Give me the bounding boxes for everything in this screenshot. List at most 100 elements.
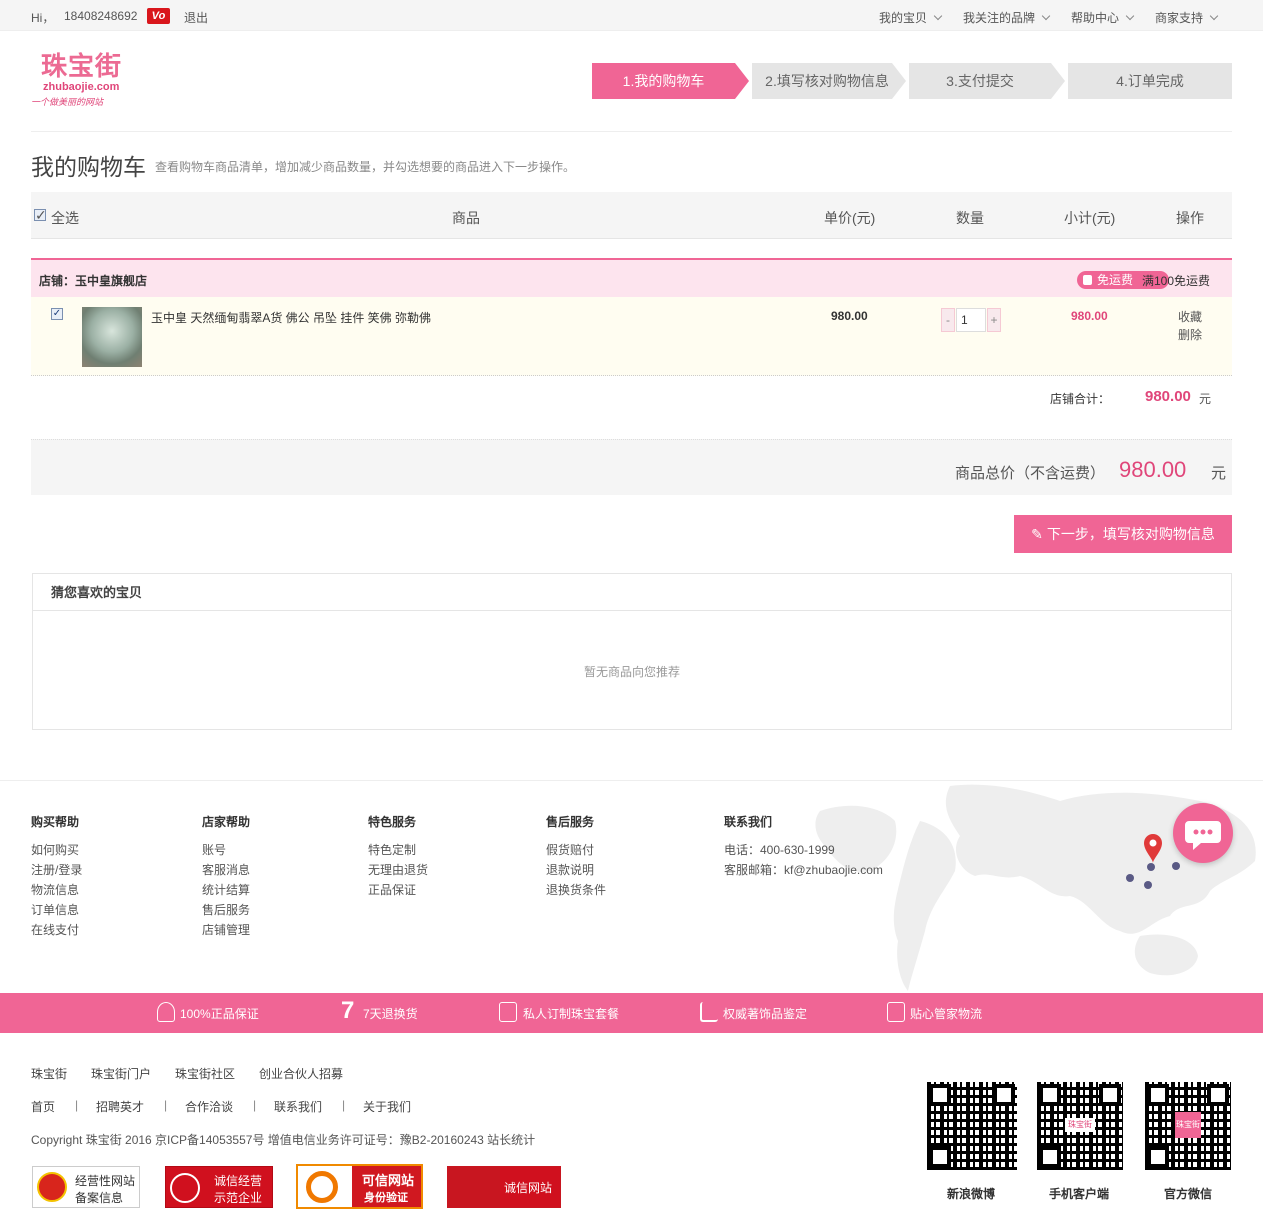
favorite-link[interactable]: 收藏 [1178,308,1202,325]
footer-link[interactable]: 退款说明 [546,860,606,880]
link-jobs[interactable]: 招聘英才 [96,1098,144,1115]
footer-link[interactable]: 特色定制 [368,840,428,860]
footer-phone: 电话：400-630-1999 [724,843,835,857]
promo-genuine: 100%正品保证 [180,1007,259,1021]
badge-credit[interactable]: 诚信网站 [447,1166,561,1208]
footer-link[interactable]: 售后服务 [202,900,250,920]
menu-merchant-support[interactable]: 商家支持 [1155,9,1219,26]
total-label: 商品总价（不含运费） [955,465,1106,482]
logo-domain: zhubaojie.com [43,81,120,93]
store-header: 店铺：玉中皇旗舰店 免运费 满100免运费 [31,258,1232,297]
product-name[interactable]: 玉中皇 天然缅甸翡翠A货 佛公 吊坠 挂件 笑佛 弥勒佛 [151,309,431,326]
vip-badge: Vo [147,8,170,24]
footer-link[interactable]: 正品保证 [368,880,428,900]
total-bar: 商品总价（不含运费） 980.00 元 [31,439,1232,495]
link-cooperation[interactable]: 合作洽谈 [185,1098,233,1115]
logo-slogan: 一个做美丽的网站 [31,97,104,107]
step-arrow [1051,63,1065,99]
footer-col-shop: 店家帮助 账号 客服消息 统计结算 售后服务 店铺管理 [202,813,250,940]
step-cart: 1.我的购物车 [592,63,735,99]
store-name[interactable]: 店铺：玉中皇旗舰店 [39,272,147,289]
col-quantity: 数量 [956,210,984,226]
col-action: 操作 [1176,210,1204,226]
footer-link[interactable]: 账号 [202,840,250,860]
footer-link[interactable]: 退换货条件 [546,880,606,900]
footer-link[interactable]: 客服消息 [202,860,250,880]
site-logo[interactable]: 珠宝街 zhubaojie.com 一个做美丽的网站 [31,52,131,108]
free-shipping-text: 满100免运费 [1142,274,1211,288]
footer-email[interactable]: 客服邮箱：kf@zhubaojie.com [724,860,883,880]
service-promo-bar: 100%正品保证 7 7天退换货 私人订制珠宝套餐 权威著饰品鉴定 贴心管家物流 [0,993,1263,1033]
delete-link[interactable]: 删除 [1178,326,1202,343]
qty-input[interactable]: 1 [956,308,986,332]
item-checkbox[interactable]: ✓ [51,308,63,320]
footer-col-aftersale: 售后服务 假货赔付 退款说明 退换货条件 [546,813,606,900]
link-home[interactable]: 首页 [31,1098,55,1115]
total-value: 980.00 [1119,457,1187,482]
qr-label-weibo: 新浪微博 [947,1187,996,1201]
step-arrow [892,63,906,99]
top-bar: Hi， 18408248692 Vo 退出 我的宝贝 我关注的品牌 帮助中心 商… [0,0,1263,31]
divider [31,131,1232,132]
link-about[interactable]: 关于我们 [363,1098,411,1115]
unit-price: 980.00 [831,309,868,323]
footer-link[interactable]: 在线支付 [31,920,82,940]
chevron-down-icon [1209,11,1219,21]
col-subtotal: 小计(元) [1064,210,1116,226]
link-partner[interactable]: 创业合伙人招募 [259,1065,343,1082]
footer-col-title: 购买帮助 [31,815,80,829]
cart-table-header: ✓ 全选 商品 单价(元) 数量 小计(元) 操作 [31,192,1232,239]
link-portal[interactable]: 珠宝街门户 [91,1065,151,1082]
menu-help-center[interactable]: 帮助中心 [1071,9,1135,26]
menu-my-items[interactable]: 我的宝贝 [879,9,943,26]
qr-wechat: 珠宝街 [1145,1082,1231,1170]
menu-followed-brands[interactable]: 我关注的品牌 [963,9,1051,26]
badge-trusted[interactable]: 可信网站 身份验证 [296,1164,423,1209]
select-all-checkbox[interactable]: ✓ [34,208,47,222]
gift-icon [1083,275,1092,285]
footer-link[interactable]: 无理由退货 [368,860,428,880]
footer-col-special: 特色服务 特色定制 无理由退货 正品保证 [368,813,428,900]
badge-record[interactable]: 经营性网站 备案信息 [32,1166,140,1208]
chevron-down-icon [933,11,943,21]
page-subtitle: 查看购物车商品清单，增加减少商品数量，并勾选想要的商品进入下一步操作。 [155,160,576,174]
product-thumbnail[interactable] [82,307,142,367]
footer-link[interactable]: 注册/登录 [31,860,82,880]
step-fill-info: 2.填写核对购物信息 [752,63,892,99]
shield-icon [37,1172,67,1202]
qr-weibo [927,1082,1017,1170]
certificate-icon [157,1002,175,1022]
swirl-icon [306,1171,338,1203]
select-all-label[interactable]: 全选 [51,208,79,228]
link-zhubaojie[interactable]: 珠宝街 [31,1065,67,1082]
footer-col-title: 店家帮助 [202,815,251,829]
footer-link[interactable]: 如何购买 [31,840,82,860]
item-subtotal: 980.00 [1071,309,1108,323]
qty-plus-button[interactable]: + [987,308,1001,332]
chat-icon[interactable] [1173,803,1233,863]
total-unit: 元 [1211,465,1227,482]
link-community[interactable]: 珠宝街社区 [175,1065,235,1082]
qty-minus-button[interactable]: - [941,308,955,332]
recommend-panel: 猜您喜欢的宝贝 暂无商品向您推荐 [32,573,1232,730]
promo-appraisal: 权威著饰品鉴定 [723,1007,808,1021]
logout-link[interactable]: 退出 [184,9,208,26]
footer-link[interactable]: 物流信息 [31,880,82,900]
footer-link[interactable]: 统计结算 [202,880,250,900]
col-unit-price: 单价(元) [824,210,876,226]
badge-integrity[interactable]: 诚信经营 示范企业 [165,1166,273,1208]
footer-link[interactable]: 店铺管理 [202,920,250,940]
promo-custom: 私人订制珠宝套餐 [523,1007,620,1021]
footer-link[interactable]: 假货赔付 [546,840,606,860]
next-step-button[interactable]: ✎ 下一步，填写核对购物信息 [1014,515,1232,553]
link-contact[interactable]: 联系我们 [274,1098,322,1115]
seven-icon: 7 [341,997,355,1024]
microscope-icon [700,1002,718,1022]
qr-app: 珠宝街 [1037,1082,1123,1170]
col-product: 商品 [452,210,480,226]
greeting: Hi， [31,11,55,25]
seal-icon [170,1173,200,1203]
user-phone[interactable]: 18408248692 [64,9,137,23]
qr-label-app: 手机客户端 [1049,1187,1110,1201]
footer-link[interactable]: 订单信息 [31,900,82,920]
